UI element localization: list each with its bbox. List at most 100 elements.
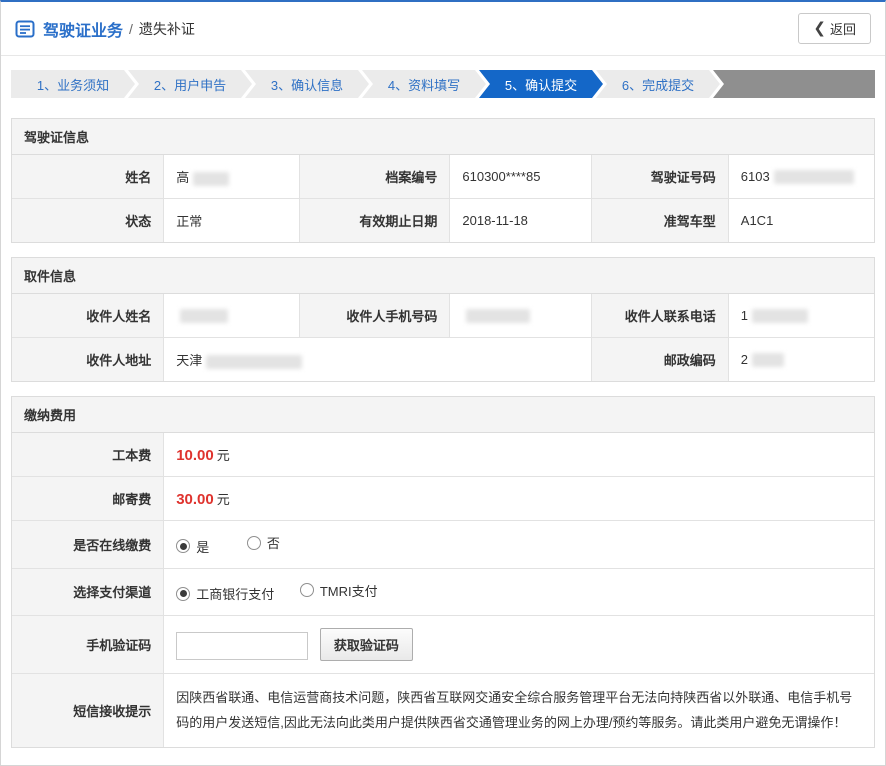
table-row: 工本费 10.00元 xyxy=(12,433,874,477)
page: 驾驶证业务 / 遗失补证 ❮ 返回 1、业务须知 2、用户申告 3、确认信息 4… xyxy=(0,0,886,766)
table-row: 状态 正常 有效期止日期 2018-11-18 准驾车型 A1C1 xyxy=(12,199,874,243)
table-row: 是否在线缴费 是 否 xyxy=(12,521,874,569)
step-5-confirm-submit[interactable]: 5、确认提交 xyxy=(479,70,603,98)
postcode-text: 2 xyxy=(741,352,748,367)
radio-selected-icon xyxy=(176,539,190,553)
recipient-mobile-label: 收件人手机号码 xyxy=(300,294,450,338)
payment-section-title: 缴纳费用 xyxy=(12,397,874,433)
redacted-blur xyxy=(774,170,854,184)
delivery-info-section: 取件信息 收件人姓名 收件人手机号码 收件人联系电话 1 xyxy=(11,257,875,382)
page-title: 驾驶证业务 xyxy=(43,17,123,41)
recipient-address-text: 天津 xyxy=(176,353,202,368)
file-number-label: 档案编号 xyxy=(300,155,450,199)
redacted-blur xyxy=(466,309,530,323)
name-value: 高 xyxy=(164,155,300,199)
step-label: 4、资料填写 xyxy=(388,75,460,94)
payment-channel-label: 选择支付渠道 xyxy=(12,568,164,616)
name-label: 姓名 xyxy=(12,155,164,199)
vehicle-class-value: A1C1 xyxy=(728,199,874,243)
payment-channel-options: 工商银行支付 TMRI支付 xyxy=(164,568,874,616)
radio-label: 是 xyxy=(196,537,209,556)
license-info-table: 姓名 高 档案编号 610300****85 驾驶证号码 6103 状态 正常 … xyxy=(12,155,874,242)
radio-selected-icon xyxy=(176,587,190,601)
mailing-fee-label: 邮寄费 xyxy=(12,477,164,521)
step-label: 6、完成提交 xyxy=(622,75,694,94)
step-label: 2、用户申告 xyxy=(154,75,226,94)
online-payment-label: 是否在线缴费 xyxy=(12,521,164,569)
step-label: 1、业务须知 xyxy=(37,75,109,94)
postcode-value: 2 xyxy=(728,338,874,382)
status-label: 状态 xyxy=(12,199,164,243)
step-nav: 1、业务须知 2、用户申告 3、确认信息 4、资料填写 5、确认提交 6、完成提… xyxy=(11,70,875,98)
file-number-value: 610300****85 xyxy=(450,155,591,199)
payment-table: 工本费 10.00元 邮寄费 30.00元 是否在线缴费 是 xyxy=(12,433,874,747)
mailing-fee-value: 30.00元 xyxy=(164,477,874,521)
radio-online-no[interactable]: 否 xyxy=(247,533,280,552)
chevron-left-icon: ❮ xyxy=(813,21,826,36)
license-section-title: 驾驶证信息 xyxy=(12,119,874,155)
table-row: 收件人姓名 收件人手机号码 收件人联系电话 1 xyxy=(12,294,874,338)
step-1-business-notice[interactable]: 1、业务须知 xyxy=(11,70,135,98)
table-row: 短信接收提示 因陕西省联通、电信运营商技术问题，陕西省互联网交通安全综合服务管理… xyxy=(12,674,874,748)
step-label: 3、确认信息 xyxy=(271,75,343,94)
back-button-label: 返回 xyxy=(830,19,856,38)
recipient-address-value: 天津 xyxy=(164,338,592,382)
recipient-mobile-value xyxy=(450,294,591,338)
license-number-value: 6103 xyxy=(728,155,874,199)
page-subtitle: 遗失补证 xyxy=(139,19,195,39)
document-list-icon xyxy=(15,19,35,39)
recipient-address-label: 收件人地址 xyxy=(12,338,164,382)
radio-label: TMRI支付 xyxy=(320,581,378,600)
recipient-phone-text: 1 xyxy=(741,308,748,323)
captcha-input[interactable] xyxy=(176,632,308,660)
footer-actions: 上一步 完成 xyxy=(1,762,885,766)
step-nav-filler xyxy=(713,70,875,98)
step-4-fill-data[interactable]: 4、资料填写 xyxy=(362,70,486,98)
vehicle-class-label: 准驾车型 xyxy=(591,199,728,243)
step-3-confirm-info[interactable]: 3、确认信息 xyxy=(245,70,369,98)
radio-channel-tmri[interactable]: TMRI支付 xyxy=(300,581,378,600)
delivery-info-table: 收件人姓名 收件人手机号码 收件人联系电话 1 收件人地址 天津 邮政编码 xyxy=(12,294,874,381)
status-value: 正常 xyxy=(164,199,300,243)
table-row: 邮寄费 30.00元 xyxy=(12,477,874,521)
captcha-label: 手机验证码 xyxy=(12,616,164,674)
sms-notice-label: 短信接收提示 xyxy=(12,674,164,748)
radio-channel-icbc[interactable]: 工商银行支付 xyxy=(176,584,274,603)
step-6-complete-submit[interactable]: 6、完成提交 xyxy=(596,70,720,98)
title-separator: / xyxy=(129,21,133,37)
back-button[interactable]: ❮ 返回 xyxy=(798,13,871,44)
fee-unit: 元 xyxy=(217,448,230,463)
redacted-blur xyxy=(752,309,808,323)
radio-label: 否 xyxy=(267,533,280,552)
expiry-date-label: 有效期止日期 xyxy=(300,199,450,243)
postcode-label: 邮政编码 xyxy=(591,338,728,382)
redacted-blur xyxy=(180,309,228,323)
redacted-blur xyxy=(193,172,229,186)
expiry-date-value: 2018-11-18 xyxy=(450,199,591,243)
header: 驾驶证业务 / 遗失补证 ❮ 返回 xyxy=(1,2,885,56)
production-fee-value: 10.00元 xyxy=(164,433,874,477)
table-row: 收件人地址 天津 邮政编码 2 xyxy=(12,338,874,382)
get-code-button[interactable]: 获取验证码 xyxy=(320,628,413,661)
radio-label: 工商银行支付 xyxy=(196,584,274,603)
recipient-phone-label: 收件人联系电话 xyxy=(591,294,728,338)
production-fee-amount: 10.00 xyxy=(176,447,214,464)
recipient-phone-value: 1 xyxy=(728,294,874,338)
mailing-fee-amount: 30.00 xyxy=(176,491,214,508)
radio-online-yes[interactable]: 是 xyxy=(176,537,209,556)
sms-notice-text: 因陕西省联通、电信运营商技术问题，陕西省互联网交通安全综合服务管理平台无法向持陕… xyxy=(164,674,874,748)
name-text: 高 xyxy=(176,170,189,185)
license-number-text: 6103 xyxy=(741,169,770,184)
step-2-user-declaration[interactable]: 2、用户申告 xyxy=(128,70,252,98)
captcha-row: 获取验证码 xyxy=(164,616,874,674)
online-payment-options: 是 否 xyxy=(164,521,874,569)
payment-section: 缴纳费用 工本费 10.00元 邮寄费 30.00元 是否在线缴费 xyxy=(11,396,875,748)
table-row: 手机验证码 获取验证码 xyxy=(12,616,874,674)
delivery-section-title: 取件信息 xyxy=(12,258,874,294)
recipient-name-value xyxy=(164,294,300,338)
redacted-blur xyxy=(206,355,302,369)
production-fee-label: 工本费 xyxy=(12,433,164,477)
radio-unselected-icon xyxy=(247,536,261,550)
recipient-name-label: 收件人姓名 xyxy=(12,294,164,338)
fee-unit: 元 xyxy=(217,492,230,507)
